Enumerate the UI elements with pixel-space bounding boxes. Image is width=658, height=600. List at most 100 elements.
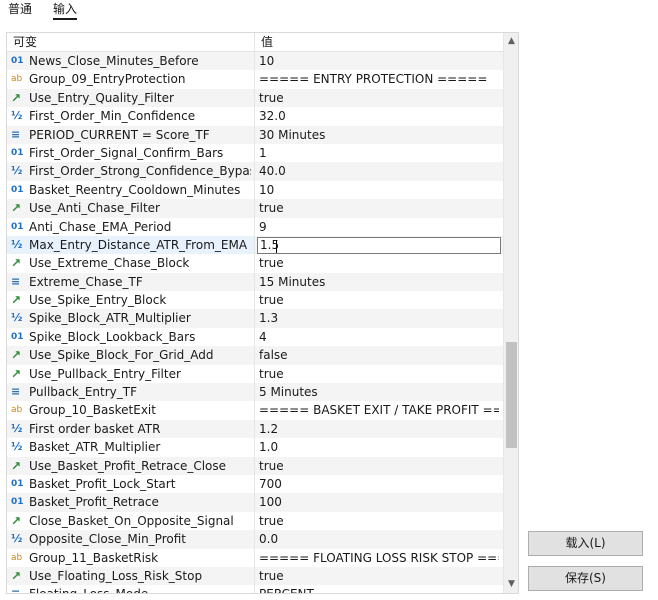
parameter-name-cell[interactable]: ≡ Floating_Loss_Mode: [7, 585, 255, 593]
value-edit-field[interactable]: 1.5: [257, 236, 501, 254]
parameter-name-cell[interactable]: ab Group_09_EntryProtection: [7, 70, 255, 89]
parameter-value-cell[interactable]: true: [255, 254, 504, 272]
parameter-row[interactable]: ≡ Extreme_Chase_TF 15 Minutes: [7, 272, 504, 292]
parameter-name-cell[interactable]: ½ Spike_Block_ATR_Multiplier: [7, 309, 255, 328]
scroll-up-icon[interactable]: ▲: [504, 34, 518, 49]
parameter-row[interactable]: 01 News_Close_Minutes_Before 10: [7, 52, 504, 71]
parameter-row[interactable]: ≡ PERIOD_CURRENT = Score_TF 30 Minutes: [7, 125, 504, 144]
parameter-value-cell[interactable]: PERCENT: [255, 585, 504, 593]
parameter-value-cell[interactable]: 4: [255, 328, 504, 346]
parameter-value-cell[interactable]: true: [255, 365, 504, 383]
parameter-value-cell[interactable]: 1.3: [255, 309, 504, 327]
parameter-name-cell[interactable]: ↗ Use_Anti_Chase_Filter: [7, 199, 255, 218]
parameter-row[interactable]: ab Group_11_BasketRisk ===== FLOATING LOSS…: [7, 548, 504, 567]
parameter-value-cell[interactable]: 9: [255, 218, 504, 236]
parameter-name-cell[interactable]: 01 First_Order_Signal_Confirm_Bars: [7, 143, 255, 163]
parameter-name-cell[interactable]: ½ First_Order_Strong_Confidence_Bypass...: [7, 162, 255, 181]
parameter-value-cell[interactable]: true: [255, 457, 504, 475]
parameter-row[interactable]: ½ Spike_Block_ATR_Multiplier 1.3: [7, 309, 504, 328]
parameter-row[interactable]: ab Group_10_BasketExit ===== BASKET EXIT /…: [7, 401, 504, 420]
parameter-row[interactable]: 01 First_Order_Signal_Confirm_Bars 1: [7, 143, 504, 163]
vertical-scrollbar[interactable]: ▲ ▼: [503, 33, 518, 593]
scroll-down-icon[interactable]: ▼: [504, 577, 518, 592]
parameter-row[interactable]: ½ Max_Entry_Distance_ATR_From_EMA 1.5: [7, 235, 504, 255]
parameter-value-cell[interactable]: ===== FLOATING LOSS RISK STOP ===...: [255, 549, 504, 567]
parameter-value-cell[interactable]: 1.5: [255, 236, 504, 254]
parameter-name-cell[interactable]: 01 Spike_Block_Lookback_Bars: [7, 327, 255, 347]
parameter-row[interactable]: 01 Anti_Chase_EMA_Period 9: [7, 217, 504, 236]
column-divider[interactable]: [254, 33, 255, 52]
parameter-row[interactable]: ↗ Close_Basket_On_Opposite_Signal true: [7, 511, 504, 531]
parameter-row[interactable]: ½ First_Order_Min_Confidence 32.0: [7, 107, 504, 126]
parameter-row[interactable]: ↗ Use_Spike_Block_For_Grid_Add false: [7, 346, 504, 365]
parameter-row[interactable]: ½ First_Order_Strong_Confidence_Bypass...…: [7, 162, 504, 181]
column-header-variable[interactable]: 可变: [13, 35, 37, 50]
parameter-name-cell[interactable]: ↗ Use_Basket_Profit_Retrace_Close: [7, 456, 255, 475]
parameter-value-cell[interactable]: true: [255, 89, 504, 107]
parameter-row[interactable]: 01 Spike_Block_Lookback_Bars 4: [7, 327, 504, 347]
parameter-row[interactable]: ↗ Use_Pullback_Entry_Filter true: [7, 364, 504, 384]
parameter-name-cell[interactable]: ab Group_10_BasketExit: [7, 401, 255, 420]
parameter-row[interactable]: ↗ Use_Basket_Profit_Retrace_Close true: [7, 456, 504, 475]
parameter-row[interactable]: ≡ Floating_Loss_Mode PERCENT: [7, 585, 504, 593]
parameter-name-cell[interactable]: ↗ Use_Spike_Block_For_Grid_Add: [7, 346, 255, 365]
parameter-name-cell[interactable]: ↗ Use_Extreme_Chase_Block: [7, 254, 255, 273]
parameter-row[interactable]: 01 Basket_Profit_Retrace 100: [7, 493, 504, 512]
parameter-name-cell[interactable]: ½ Opposite_Close_Min_Profit: [7, 530, 255, 549]
parameter-value-cell[interactable]: true: [255, 512, 504, 530]
parameter-value-cell[interactable]: ===== BASKET EXIT / TAKE PROFIT ===...: [255, 401, 504, 419]
parameter-value-cell[interactable]: 15 Minutes: [255, 273, 504, 291]
parameter-row[interactable]: ↗ Use_Spike_Entry_Block true: [7, 291, 504, 310]
parameter-name-cell[interactable]: ≡ PERIOD_CURRENT = Score_TF: [7, 125, 255, 144]
parameter-row[interactable]: ↗ Use_Floating_Loss_Risk_Stop true: [7, 566, 504, 586]
parameter-name-cell[interactable]: ↗ Use_Floating_Loss_Risk_Stop: [7, 566, 255, 586]
parameter-value-cell[interactable]: 1.2: [255, 420, 504, 438]
parameter-row[interactable]: ↗ Use_Extreme_Chase_Block true: [7, 254, 504, 273]
parameter-name-cell[interactable]: 01 Anti_Chase_EMA_Period: [7, 217, 255, 236]
parameter-value-cell[interactable]: 0.0: [255, 530, 504, 548]
parameter-row[interactable]: ↗ Use_Anti_Chase_Filter true: [7, 199, 504, 218]
parameter-row[interactable]: ≡ Pullback_Entry_TF 5 Minutes: [7, 383, 504, 402]
parameter-name-cell[interactable]: 01 Basket_Profit_Lock_Start: [7, 474, 255, 494]
parameter-value-cell[interactable]: 700: [255, 475, 504, 493]
tab-general[interactable]: 普通: [8, 1, 32, 17]
parameter-name-cell[interactable]: ↗ Use_Spike_Entry_Block: [7, 291, 255, 310]
parameter-row[interactable]: 01 Basket_Profit_Lock_Start 700: [7, 474, 504, 494]
parameter-value-cell[interactable]: true: [255, 567, 504, 585]
parameter-value-cell[interactable]: 30 Minutes: [255, 126, 504, 144]
parameter-name-cell[interactable]: ½ First order basket ATR: [7, 419, 255, 439]
parameter-row[interactable]: 01 Basket_Reentry_Cooldown_Minutes 10: [7, 180, 504, 200]
parameter-value-cell[interactable]: true: [255, 199, 504, 217]
parameter-row[interactable]: ½ Opposite_Close_Min_Profit 0.0: [7, 530, 504, 549]
parameter-name-cell[interactable]: ½ Basket_ATR_Multiplier: [7, 438, 255, 457]
parameter-value-cell[interactable]: 5 Minutes: [255, 383, 504, 401]
parameter-name-cell[interactable]: ab Group_11_BasketRisk: [7, 548, 255, 567]
load-button[interactable]: 载入(L): [528, 531, 643, 556]
parameter-name-cell[interactable]: ≡ Extreme_Chase_TF: [7, 272, 255, 292]
tab-inputs[interactable]: 输入: [53, 1, 77, 17]
parameter-value-cell[interactable]: 10: [255, 52, 504, 70]
parameter-value-cell[interactable]: 10: [255, 181, 504, 199]
parameter-name-cell[interactable]: ↗ Close_Basket_On_Opposite_Signal: [7, 511, 255, 531]
scrollbar-thumb[interactable]: [506, 342, 517, 448]
parameter-value-cell[interactable]: 40.0: [255, 162, 504, 180]
column-header-value[interactable]: 值: [261, 35, 273, 50]
parameter-value-cell[interactable]: false: [255, 346, 504, 364]
save-button[interactable]: 保存(S): [528, 566, 643, 591]
parameter-row[interactable]: ½ Basket_ATR_Multiplier 1.0: [7, 438, 504, 457]
parameter-name-cell[interactable]: ↗ Use_Entry_Quality_Filter: [7, 88, 255, 108]
parameter-value-cell[interactable]: 100: [255, 493, 504, 511]
parameter-name-cell[interactable]: 01 Basket_Reentry_Cooldown_Minutes: [7, 180, 255, 200]
parameter-name-cell[interactable]: ↗ Use_Pullback_Entry_Filter: [7, 364, 255, 384]
parameter-row[interactable]: ↗ Use_Entry_Quality_Filter true: [7, 88, 504, 108]
parameter-name-cell[interactable]: 01 News_Close_Minutes_Before: [7, 52, 255, 71]
parameter-value-cell[interactable]: 32.0: [255, 107, 504, 125]
parameter-value-cell[interactable]: true: [255, 291, 504, 309]
parameter-row[interactable]: ab Group_09_EntryProtection ===== ENTRY PR…: [7, 70, 504, 89]
parameter-name-cell[interactable]: ½ First_Order_Min_Confidence: [7, 107, 255, 126]
parameter-value-cell[interactable]: 1: [255, 144, 504, 162]
parameter-value-cell[interactable]: ===== ENTRY PROTECTION =====: [255, 70, 504, 88]
parameter-name-cell[interactable]: ≡ Pullback_Entry_TF: [7, 383, 255, 402]
parameter-value-cell[interactable]: 1.0: [255, 438, 504, 456]
parameter-row[interactable]: ½ First order basket ATR 1.2: [7, 419, 504, 439]
